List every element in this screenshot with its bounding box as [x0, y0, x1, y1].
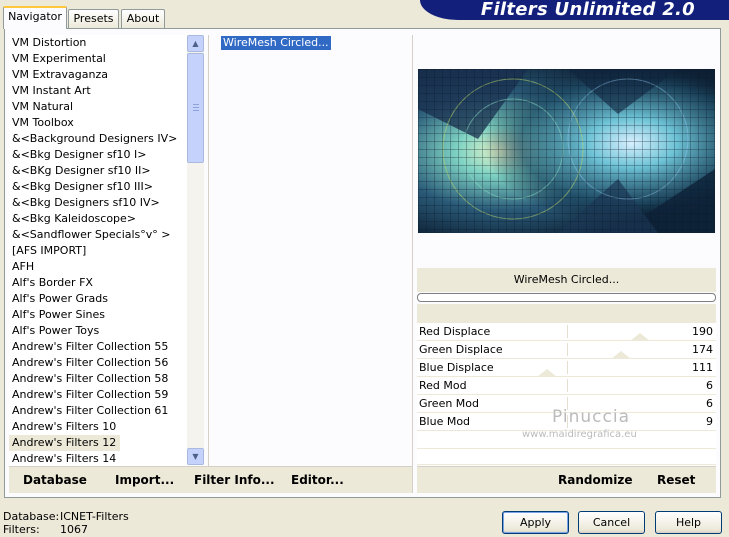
param-empty-row: [417, 449, 716, 465]
scroll-up-button[interactable]: ▲: [187, 35, 204, 52]
category-item[interactable]: &<Bkg Designer sf10 III>: [9, 179, 153, 195]
category-item[interactable]: &<Sandflower Specials°v° >: [9, 227, 171, 243]
help-button[interactable]: Help: [655, 511, 722, 534]
list-divider: [208, 35, 209, 466]
category-item[interactable]: Andrew's Filter Collection 58: [9, 371, 168, 387]
filter-info-button[interactable]: Filter Info...: [194, 473, 275, 487]
category-item[interactable]: VM Toolbox: [9, 115, 74, 131]
cancel-button[interactable]: Cancel: [578, 511, 645, 534]
banner-title: Filters Unlimited 2.0: [480, 0, 695, 20]
category-item[interactable]: Andrew's Filters 14: [9, 451, 116, 466]
category-item[interactable]: VM Experimental: [9, 51, 106, 67]
param-value: 190: [692, 325, 713, 338]
category-item[interactable]: Alf's Power Sines: [9, 307, 105, 323]
param-value: 174: [692, 343, 713, 356]
category-item[interactable]: &<Background Designers IV>: [9, 131, 177, 147]
tab-about[interactable]: About: [121, 9, 165, 28]
scroll-down-button[interactable]: ▼: [187, 448, 204, 465]
param-label: Green Displace: [419, 343, 503, 356]
watermark-name: Pinuccia: [552, 407, 630, 427]
status-filters: Filters: 1067: [3, 523, 88, 536]
param-value: 6: [706, 397, 713, 410]
slider-thumb-green-displace[interactable]: [610, 351, 631, 359]
param-label: Blue Displace: [419, 361, 494, 374]
database-button[interactable]: Database: [23, 473, 87, 487]
slider-track: [567, 361, 568, 374]
category-item[interactable]: Andrew's Filters 10: [9, 419, 116, 435]
category-item[interactable]: Andrew's Filter Collection 59: [9, 387, 168, 403]
left-toolbar: Database Import... Filter Info... Editor…: [9, 466, 412, 493]
category-item[interactable]: &<Bkg Designers sf10 IV>: [9, 195, 160, 211]
progress-bar: [417, 293, 716, 302]
slider-thumb-red-displace[interactable]: [629, 333, 650, 341]
category-item[interactable]: &<BKg Designer sf10 II>: [9, 163, 151, 179]
category-item[interactable]: &<Bkg Designer sf10 I>: [9, 147, 147, 163]
category-item[interactable]: VM Instant Art: [9, 83, 91, 99]
apply-button[interactable]: Apply: [502, 511, 569, 534]
status-database: Database:ICNET-Filters: [3, 510, 129, 523]
slider-track: [567, 343, 568, 356]
param-label: Red Mod: [419, 379, 467, 392]
category-list[interactable]: VM Distortion VM Experimental VM Extravaga…: [9, 35, 187, 466]
category-item[interactable]: Andrew's Filter Collection 56: [9, 355, 168, 371]
category-item[interactable]: Alf's Power Toys: [9, 323, 99, 339]
param-value: 6: [706, 379, 713, 392]
slider-thumb-blue-displace[interactable]: [537, 369, 558, 377]
slider-track: [567, 325, 568, 338]
scroll-thumb[interactable]: [187, 53, 204, 163]
param-red-mod[interactable]: Red Mod 6: [417, 377, 716, 395]
watermark-url: www.maidiregrafica.eu: [522, 429, 637, 440]
slider-track: [567, 379, 568, 392]
title-banner: Filters Unlimited 2.0: [420, 0, 729, 20]
status-filters-value: 1067: [60, 523, 88, 536]
category-item[interactable]: Andrew's Filters 12: [9, 435, 121, 451]
editor-button[interactable]: Editor...: [291, 473, 344, 487]
category-item[interactable]: [AFS IMPORT]: [9, 243, 86, 259]
tab-navigator[interactable]: Navigator: [3, 6, 67, 29]
param-green-displace[interactable]: Green Displace 174: [417, 341, 716, 359]
preview-divider: [412, 35, 413, 493]
category-item[interactable]: Alf's Border FX: [9, 275, 93, 291]
category-item[interactable]: Alf's Power Grads: [9, 291, 108, 307]
param-blue-displace[interactable]: Blue Displace 111: [417, 359, 716, 377]
param-red-displace[interactable]: Red Displace 190: [417, 323, 716, 341]
category-item[interactable]: Andrew's Filter Collection 61: [9, 403, 168, 419]
category-item[interactable]: AFH: [9, 259, 34, 275]
param-label: Green Mod: [419, 397, 480, 410]
category-item[interactable]: VM Extravaganza: [9, 67, 108, 83]
import-button[interactable]: Import...: [115, 473, 174, 487]
category-item[interactable]: &<Bkg Kaleidoscope>: [9, 211, 136, 227]
status-database-value: ICNET-Filters: [60, 510, 129, 523]
randomize-button[interactable]: Randomize: [558, 473, 632, 487]
category-item[interactable]: VM Distortion: [9, 35, 86, 51]
param-value: 9: [706, 415, 713, 428]
param-label: Red Displace: [419, 325, 491, 338]
right-toolbar: Randomize Reset: [417, 466, 716, 493]
category-scrollbar[interactable]: ▲ ▼: [187, 35, 204, 465]
filter-name-label: WireMesh Circled...: [417, 268, 716, 292]
filter-list-item[interactable]: WireMesh Circled...: [221, 36, 331, 50]
tab-presets[interactable]: Presets: [68, 9, 119, 28]
status-filters-label: Filters:: [3, 523, 40, 536]
filter-preview-image: [418, 69, 715, 233]
status-database-label: Database:: [3, 510, 60, 523]
category-item[interactable]: VM Natural: [9, 99, 73, 115]
reset-button[interactable]: Reset: [657, 473, 695, 487]
param-value: 111: [692, 361, 713, 374]
category-item[interactable]: Andrew's Filter Collection 55: [9, 339, 168, 355]
param-label: Blue Mod: [419, 415, 471, 428]
